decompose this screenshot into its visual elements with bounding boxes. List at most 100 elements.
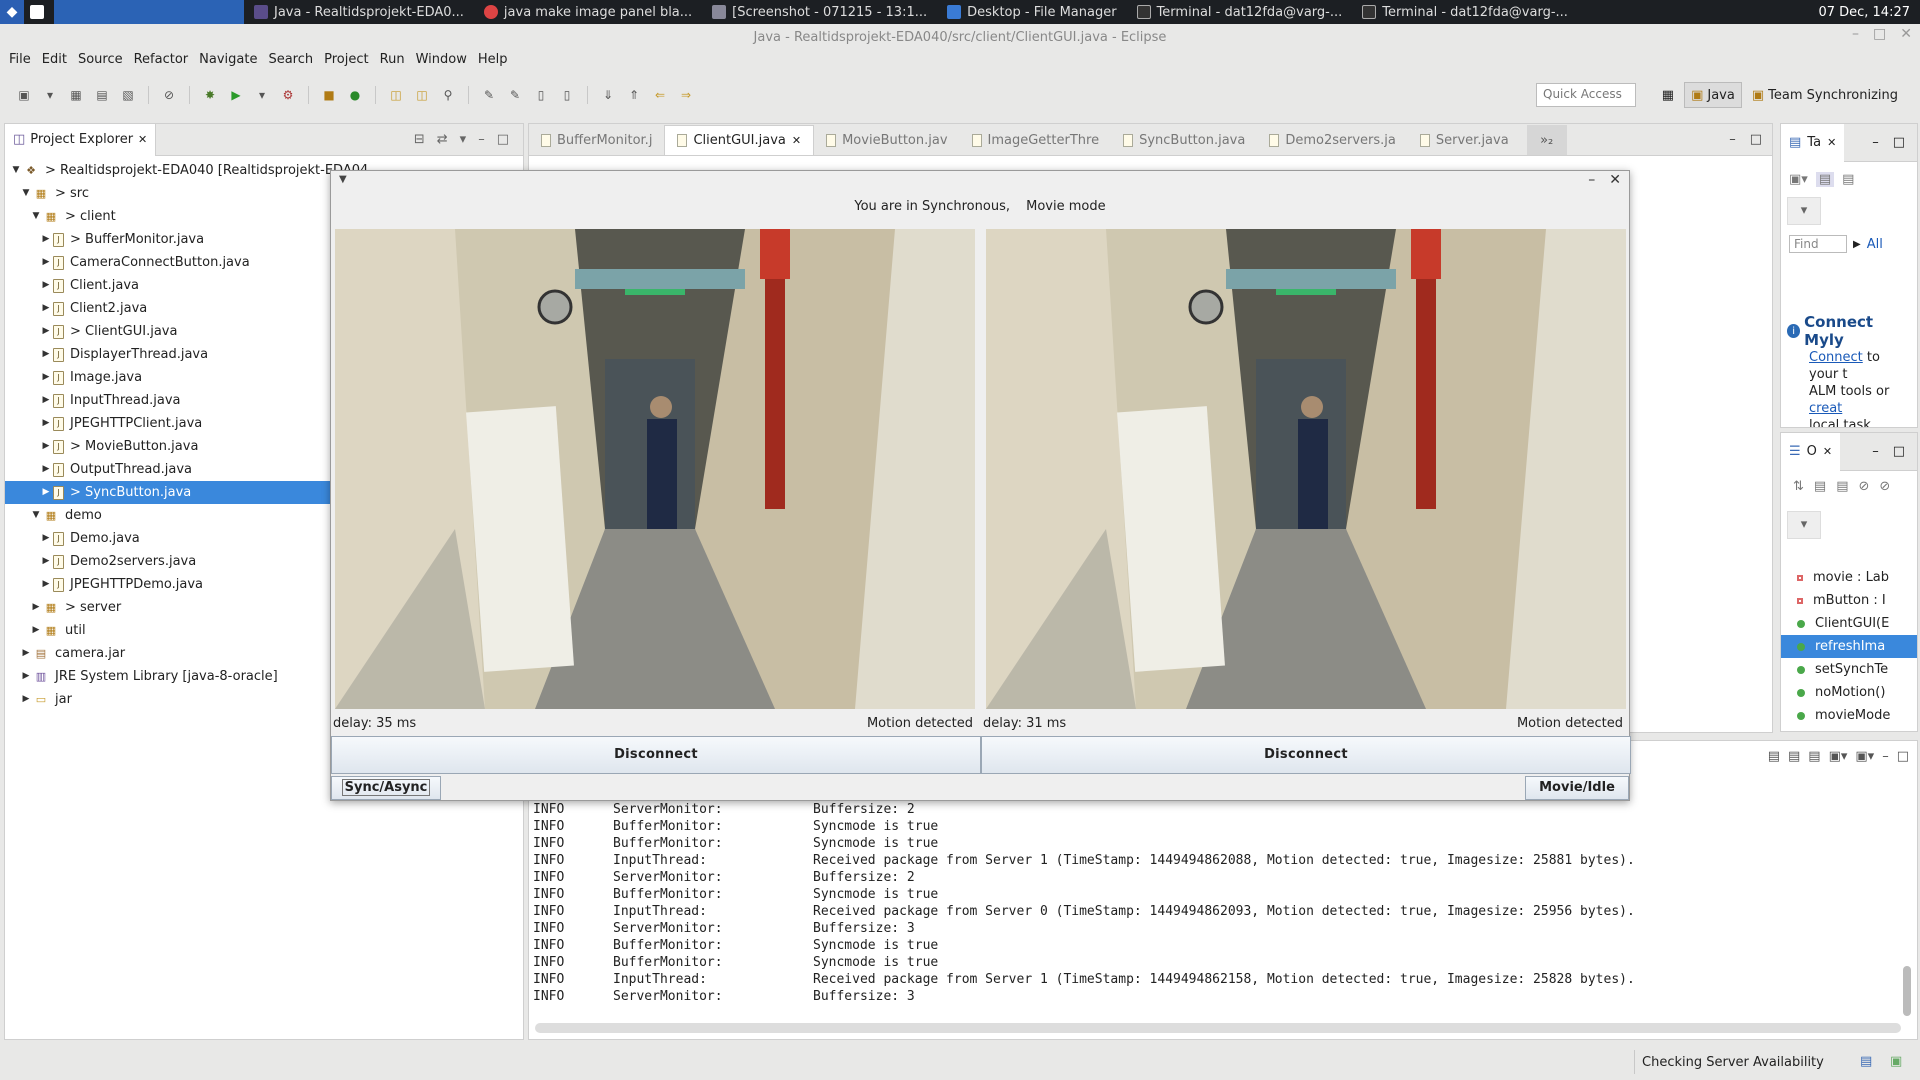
window-menu-icon[interactable]: ▼: [339, 174, 347, 185]
categorize-icon[interactable]: ▤: [1815, 172, 1835, 187]
block-icon[interactable]: ▯: [557, 86, 577, 104]
editor-tab[interactable]: ImageGetterThre: [960, 125, 1112, 155]
disconnect-button-2[interactable]: Disconnect: [981, 736, 1631, 774]
minimize-icon[interactable]: –: [1852, 26, 1859, 42]
console-vertical-scrollbar[interactable]: [1903, 966, 1911, 1016]
close-icon[interactable]: ✕: [1827, 136, 1836, 149]
taskbar-item-eclipse[interactable]: Java - Realtidsprojekt-EDA0...: [244, 0, 474, 24]
taskbar-item-file-manager[interactable]: Desktop - File Manager: [937, 0, 1126, 24]
movie-idle-button[interactable]: Movie/Idle: [1525, 776, 1629, 800]
chevron-right-icon[interactable]: ▶: [39, 481, 53, 504]
hide-nonpublic-icon[interactable]: ⊘: [1859, 479, 1870, 494]
desktop-icon[interactable]: [24, 0, 50, 24]
minimize-icon[interactable]: –: [1729, 132, 1736, 147]
search-icon[interactable]: ⚲: [438, 86, 458, 104]
chevron-right-icon[interactable]: ▶: [39, 412, 53, 435]
open-task-icon[interactable]: ◫: [412, 86, 432, 104]
outline-item[interactable]: ClientGUI(E: [1781, 612, 1917, 635]
hide-static-icon[interactable]: ▤: [1836, 479, 1848, 494]
server-icon[interactable]: ▣: [1890, 1054, 1902, 1069]
next-annotation-icon[interactable]: ⇓: [598, 86, 618, 104]
display-console-icon[interactable]: ▣▾: [1855, 749, 1874, 764]
editor-tab[interactable]: SyncButton.java: [1111, 125, 1257, 155]
chevron-right-icon[interactable]: ▶: [19, 665, 33, 688]
maximize-icon[interactable]: □: [1897, 749, 1909, 764]
chevron-right-icon[interactable]: ▶: [39, 389, 53, 412]
outline-item[interactable]: setSynchTe: [1781, 658, 1917, 681]
close-icon[interactable]: ✕: [792, 134, 801, 147]
start-menu-icon[interactable]: ◆: [0, 0, 24, 24]
dropdown-icon[interactable]: ▾: [40, 86, 60, 104]
console-horizontal-scrollbar[interactable]: [535, 1023, 1901, 1033]
taskbar-item-terminal-1[interactable]: Terminal - dat12fda@varg-...: [1127, 0, 1353, 24]
close-icon[interactable]: ✕: [138, 133, 147, 146]
create-link[interactable]: creat: [1809, 401, 1842, 416]
menu-run[interactable]: Run: [377, 50, 413, 70]
chevron-right-icon[interactable]: ▶: [39, 550, 53, 573]
outline-item[interactable]: refreshIma: [1781, 635, 1917, 658]
new-icon[interactable]: ▣: [14, 86, 34, 104]
menu-search[interactable]: Search: [265, 50, 321, 70]
chevron-right-icon[interactable]: ▶: [29, 596, 43, 619]
open-folder-icon[interactable]: ◫: [386, 86, 406, 104]
editor-tab[interactable]: Demo2servers.ja: [1257, 125, 1408, 155]
save-all-icon[interactable]: ▧: [118, 86, 138, 104]
collapse-all-icon[interactable]: ⊟: [414, 132, 425, 147]
chevron-right-icon[interactable]: ▶: [39, 458, 53, 481]
menu-refactor[interactable]: Refactor: [131, 50, 197, 70]
minimize-icon[interactable]: –: [478, 132, 485, 147]
hide-fields-icon[interactable]: ▤: [1814, 479, 1826, 494]
chevron-down-icon[interactable]: ▼: [29, 205, 43, 228]
outline-item[interactable]: movie : Lab: [1781, 566, 1917, 589]
task-find-input[interactable]: Find: [1789, 235, 1847, 253]
scroll-lock-icon[interactable]: ▤: [1788, 749, 1800, 764]
scheduled-icon[interactable]: ▤: [1842, 172, 1854, 187]
view-menu-icon[interactable]: ▾: [460, 132, 467, 147]
view-menu-icon[interactable]: ▾: [1787, 197, 1821, 225]
progress-icon[interactable]: ▤: [1860, 1054, 1872, 1069]
menu-help[interactable]: Help: [475, 50, 516, 70]
prev-annotation-icon[interactable]: ⇑: [624, 86, 644, 104]
perspective-java[interactable]: ▣ Java: [1684, 82, 1742, 108]
disconnect-button-1[interactable]: Disconnect: [331, 736, 981, 774]
skip-breakpoints-icon[interactable]: ⊘: [159, 86, 179, 104]
open-perspective-icon[interactable]: ▦: [1656, 82, 1680, 108]
maximize-icon[interactable]: □: [1893, 135, 1905, 150]
editor-tab[interactable]: BufferMonitor.j: [529, 125, 664, 155]
menu-edit[interactable]: Edit: [39, 50, 75, 70]
minimize-icon[interactable]: –: [1588, 172, 1595, 188]
toggle-icon[interactable]: ▯: [531, 86, 551, 104]
chevron-right-icon[interactable]: ▶: [19, 642, 33, 665]
chevron-right-icon[interactable]: ▶: [39, 251, 53, 274]
chevron-right-icon[interactable]: ▶: [19, 688, 33, 711]
menu-navigate[interactable]: Navigate: [196, 50, 265, 70]
sync-async-button[interactable]: Sync/Async: [331, 776, 441, 800]
chevron-right-icon[interactable]: ▶: [39, 274, 53, 297]
chevron-right-icon[interactable]: ▶: [39, 297, 53, 320]
pin-console-icon[interactable]: ▤: [1808, 749, 1820, 764]
taskbar-item-browser[interactable]: java make image panel bla...: [474, 0, 702, 24]
chevron-right-icon[interactable]: ▶: [39, 228, 53, 251]
link-editor-icon[interactable]: ⇄: [437, 132, 448, 147]
outline-item[interactable]: movieMode: [1781, 704, 1917, 727]
chevron-right-icon[interactable]: ▶: [39, 320, 53, 343]
quick-access-input[interactable]: Quick Access: [1536, 83, 1636, 107]
editor-tab[interactable]: MovieButton.jav: [814, 125, 959, 155]
new-task-icon[interactable]: ▣▾: [1789, 172, 1808, 187]
outline-item[interactable]: noMotion(): [1781, 681, 1917, 704]
maximize-icon[interactable]: □: [1750, 132, 1762, 147]
clear-console-icon[interactable]: ▤: [1768, 749, 1780, 764]
chevron-right-icon[interactable]: ▶: [1853, 239, 1861, 250]
chevron-right-icon[interactable]: ▶: [39, 435, 53, 458]
view-menu-icon[interactable]: ▾: [1787, 511, 1821, 539]
chevron-right-icon[interactable]: ▶: [39, 366, 53, 389]
taskbar-active-slot[interactable]: [54, 0, 244, 24]
hide-local-icon[interactable]: ⊘: [1879, 479, 1890, 494]
menu-window[interactable]: Window: [413, 50, 475, 70]
outline-item[interactable]: mButton : I: [1781, 589, 1917, 612]
chevron-down-icon[interactable]: ▼: [29, 504, 43, 527]
save-icon[interactable]: ▤: [92, 86, 112, 104]
taskbar-item-screenshot[interactable]: [Screenshot - 071215 - 13:1...: [702, 0, 937, 24]
new-class-icon[interactable]: ●: [345, 86, 365, 104]
open-console-icon[interactable]: ▣▾: [1829, 749, 1848, 764]
